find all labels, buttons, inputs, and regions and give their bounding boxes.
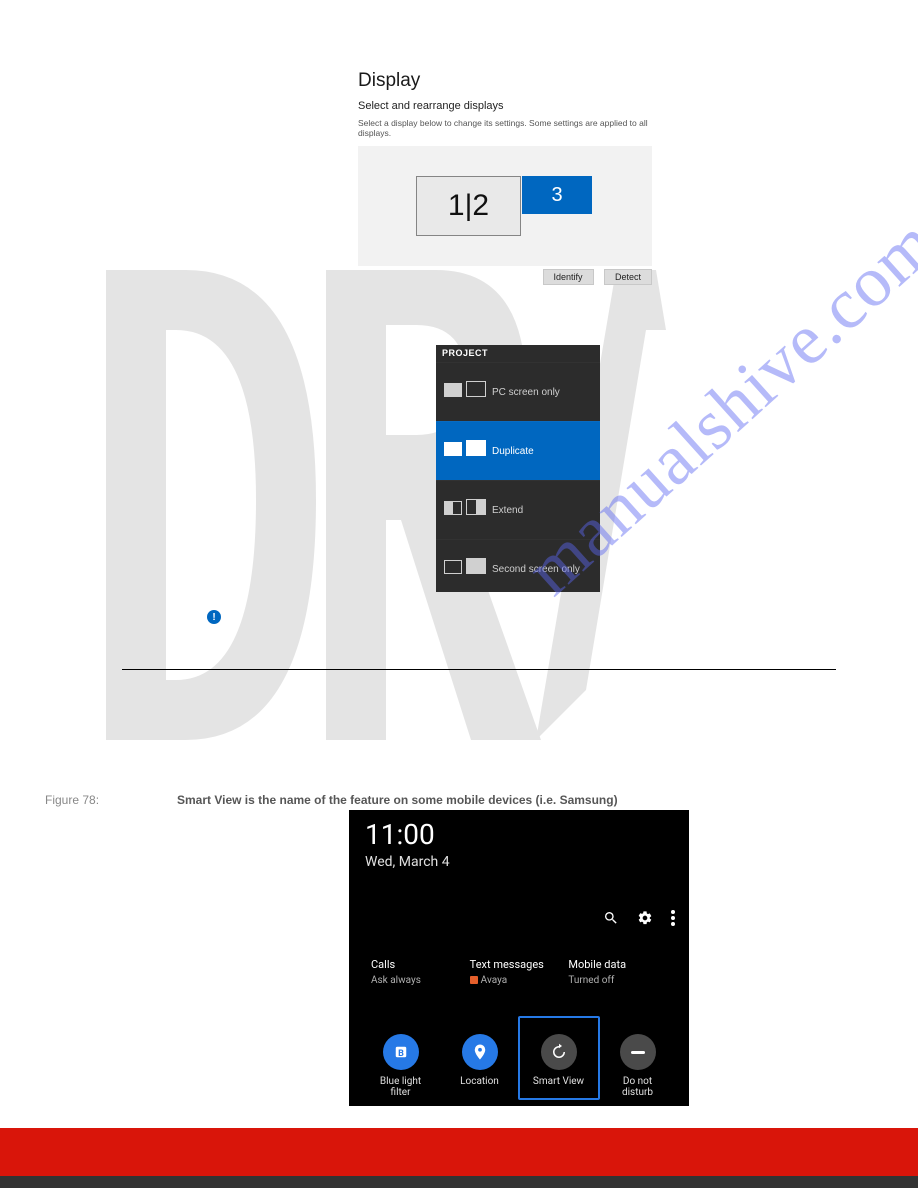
second-screen-only-icon bbox=[444, 556, 486, 582]
phone-quick-panel-screenshot: 11:00 Wed, March 4 Calls Ask always Text… bbox=[349, 810, 689, 1106]
more-icon[interactable] bbox=[671, 910, 675, 926]
qs-do-not-disturb[interactable]: Do notdisturb bbox=[599, 1034, 677, 1098]
project-option-label: PC screen only bbox=[492, 387, 560, 398]
note-icon: ! bbox=[207, 610, 221, 624]
display-settings-screenshot: Display Select and rearrange displays Se… bbox=[358, 70, 658, 285]
sim-badge-icon bbox=[470, 976, 478, 984]
project-option-label: Second screen only bbox=[492, 564, 580, 575]
sim-col-title: Text messages bbox=[470, 958, 569, 971]
detect-button[interactable]: Detect bbox=[604, 269, 652, 285]
figure-caption: Smart View is the name of the feature on… bbox=[177, 793, 618, 807]
pc-screen-only-icon bbox=[444, 379, 486, 405]
document-page: manualshive.com Display Select and rearr… bbox=[0, 0, 918, 1188]
search-icon[interactable] bbox=[603, 910, 619, 926]
qs-label: Do notdisturb bbox=[622, 1076, 653, 1098]
monitor-1-2[interactable]: 1|2 bbox=[416, 176, 521, 236]
sim-col-texts: Text messages Avaya bbox=[470, 958, 569, 986]
project-option-duplicate[interactable]: Duplicate bbox=[436, 421, 600, 480]
qs-smart-view[interactable]: Smart View bbox=[520, 1034, 598, 1098]
project-option-label: Extend bbox=[492, 505, 523, 516]
quick-panel-top-icons bbox=[603, 910, 675, 926]
qs-location[interactable]: Location bbox=[441, 1034, 519, 1098]
notification-time: 11:00 bbox=[365, 818, 435, 851]
display-arrange-area[interactable]: 1|2 3 bbox=[358, 146, 652, 266]
monitor-3[interactable]: 3 bbox=[522, 176, 592, 214]
qs-blue-light-filter[interactable]: B Blue lightfilter bbox=[362, 1034, 440, 1098]
qs-label: Location bbox=[460, 1076, 499, 1087]
project-option-label: Duplicate bbox=[492, 446, 534, 457]
display-help-text: Select a display below to change its set… bbox=[358, 118, 658, 138]
sim-col-title: Mobile data bbox=[568, 958, 667, 971]
sim-status-row: Calls Ask always Text messages Avaya Mob… bbox=[371, 958, 667, 986]
figure-number: Figure 78: bbox=[45, 793, 99, 807]
sim-col-data: Mobile data Turned off bbox=[568, 958, 667, 986]
sim-col-title: Calls bbox=[371, 958, 470, 971]
project-option-pc-only[interactable]: PC screen only bbox=[436, 362, 600, 421]
duplicate-icon bbox=[444, 438, 486, 464]
blue-light-filter-icon: B bbox=[383, 1034, 419, 1070]
notification-date: Wed, March 4 bbox=[365, 854, 450, 870]
do-not-disturb-icon bbox=[620, 1034, 656, 1070]
section-divider bbox=[122, 669, 836, 670]
gear-icon[interactable] bbox=[637, 910, 653, 926]
project-panel: PROJECT PC screen only Duplicate Extend … bbox=[436, 345, 600, 592]
footer-dark-strip bbox=[0, 1176, 918, 1188]
project-option-second-only[interactable]: Second screen only bbox=[436, 539, 600, 598]
identify-button[interactable]: Identify bbox=[543, 269, 594, 285]
quick-settings-row: B Blue lightfilter Location Smart View bbox=[361, 1034, 677, 1098]
svg-text:B: B bbox=[398, 1049, 404, 1059]
extend-icon bbox=[444, 497, 486, 523]
smart-view-icon bbox=[541, 1034, 577, 1070]
display-button-row: Identify Detect bbox=[358, 267, 652, 285]
qs-label: Smart View bbox=[533, 1076, 584, 1087]
sim-col-sub: Ask always bbox=[371, 975, 470, 986]
project-option-extend[interactable]: Extend bbox=[436, 480, 600, 539]
sim-col-calls: Calls Ask always bbox=[371, 958, 470, 986]
sim-col-sub: Turned off bbox=[568, 975, 667, 986]
qs-label: Blue lightfilter bbox=[380, 1076, 421, 1098]
location-icon bbox=[462, 1034, 498, 1070]
display-heading: Display bbox=[358, 70, 658, 92]
project-header: PROJECT bbox=[436, 345, 600, 362]
footer-red-bar bbox=[0, 1128, 918, 1176]
display-section-label: Select and rearrange displays bbox=[358, 100, 658, 112]
sim-col-sub: Avaya bbox=[470, 975, 569, 986]
